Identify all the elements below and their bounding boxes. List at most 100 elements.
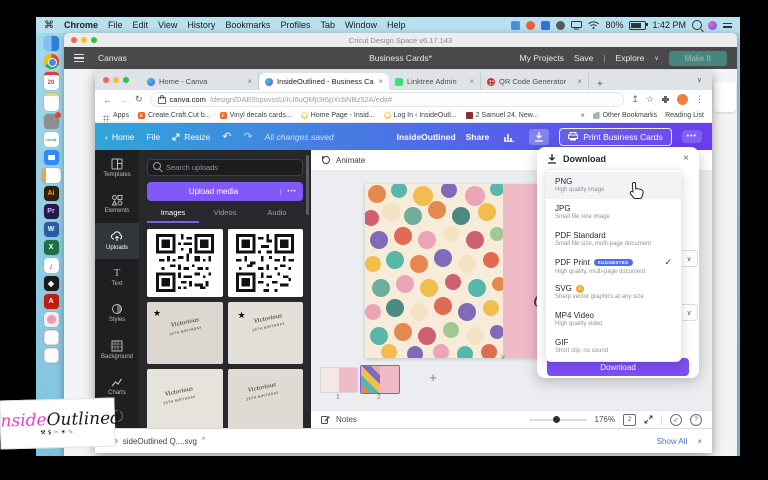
tab-qr-generator[interactable]: QR Code Generator ×	[481, 73, 589, 90]
menubar-clock[interactable]: 1:42 PM	[652, 20, 686, 30]
download-item-chevron-icon[interactable]: ^	[202, 437, 205, 444]
menu-edit[interactable]: Edit	[133, 20, 149, 30]
upload-thumbnail-qr[interactable]	[228, 229, 304, 297]
zoom-window-button[interactable]	[123, 77, 129, 83]
close-tab-icon[interactable]: ×	[247, 77, 252, 86]
notes-button[interactable]: Notes	[336, 415, 357, 424]
upload-thumbnail-cake-topper[interactable]: ★ Victorious 29TH BIRTHDAY	[147, 302, 223, 364]
dock-files-icon[interactable]	[42, 168, 61, 183]
tab-insideoutlined-active[interactable]: InsideOutlined - Business Ca ×	[259, 73, 389, 90]
menu-tab[interactable]: Tab	[320, 20, 335, 30]
option-png[interactable]: PNG High quality image	[546, 172, 681, 199]
status-cloud-icon[interactable]	[541, 21, 550, 30]
sidebar-item-background[interactable]: Background	[95, 331, 139, 367]
profile-avatar[interactable]	[677, 94, 688, 105]
spotlight-icon[interactable]	[692, 20, 702, 30]
bookmark-star-icon[interactable]: ☆	[646, 94, 654, 105]
toolbar-more-icon[interactable]: •••	[682, 130, 702, 143]
dock-excel-icon[interactable]: X	[44, 240, 59, 255]
omnibox[interactable]: canva.com/design/DAE0spovssU/nJ6uQMjt3t6…	[150, 92, 625, 107]
cricut-my-projects[interactable]: My Projects	[520, 53, 564, 63]
close-window-button[interactable]	[103, 77, 109, 83]
canva-home-button[interactable]: ‹Home	[105, 132, 135, 142]
minimize-window-button[interactable]	[113, 77, 119, 83]
tab-home-canva[interactable]: Home - Canva ×	[141, 73, 259, 90]
extensions-puzzle-icon[interactable]	[661, 95, 670, 104]
search-uploads-input[interactable]	[147, 159, 303, 176]
upload-thumbnail-cake-topper[interactable]: Victorious 29TH BIRTHDAY	[147, 369, 223, 428]
insights-chart-icon[interactable]	[499, 129, 519, 145]
close-downloads-bar-icon[interactable]: ×	[697, 437, 702, 446]
pages-icon[interactable]: 2	[623, 414, 636, 426]
print-business-cards-button[interactable]: Print Business Cards	[559, 128, 671, 146]
dock-music-icon[interactable]: ♪	[44, 258, 59, 273]
status-app-icon[interactable]	[511, 21, 520, 30]
panel-scrollbar[interactable]	[306, 155, 309, 215]
back-icon[interactable]: ←	[103, 95, 112, 105]
canva-resize-button[interactable]: Resize	[172, 132, 210, 142]
menu-bookmarks[interactable]: Bookmarks	[225, 20, 270, 30]
dock-illustrator-icon[interactable]: Ai	[44, 186, 59, 201]
page-thumbnail-2-selected[interactable]	[360, 365, 400, 394]
upload-thumbnail-cake-topper[interactable]: ★ Victorious 29TH BIRTHDAY	[228, 302, 304, 364]
dock-premiere-icon[interactable]: Pr	[44, 204, 59, 219]
download-toolbar-icon[interactable]	[529, 129, 549, 145]
close-tab-icon[interactable]: ×	[469, 77, 474, 86]
upload-thumbnail-cake-topper[interactable]: Victorious 29TH BIRTHDAY	[228, 369, 304, 428]
option-svg[interactable]: SVG ♕ Sharp vector graphics at any size	[546, 279, 681, 306]
redo-icon[interactable]: ↷	[243, 130, 252, 143]
uploads-tab-audio[interactable]: Audio	[251, 208, 303, 223]
share-icon[interactable]: ↥	[631, 94, 639, 105]
option-pdf-standard[interactable]: PDF Standard Small file size, multi-page…	[546, 225, 681, 252]
wifi-icon[interactable]	[588, 21, 599, 29]
forward-icon[interactable]: →	[119, 95, 128, 105]
animate-button[interactable]: Animate	[336, 156, 365, 165]
dock-acrobat-icon[interactable]: A	[44, 294, 59, 309]
bookmark-vinyl-decals[interactable]: EVinyl decals cards...	[220, 112, 292, 119]
control-center-icon[interactable]	[723, 23, 732, 28]
option-jpg[interactable]: JPG Small file size image	[546, 199, 681, 226]
canvas-scroll-chevron-icon[interactable]: ∨	[500, 352, 506, 361]
dock-cricut-icon[interactable]: cricut	[44, 132, 59, 147]
new-tab-button[interactable]: +	[589, 79, 611, 90]
bookmark-etsy-shop[interactable]: ECreate.Craft.Cut b...	[138, 112, 211, 119]
bookmark-apps[interactable]: Apps	[103, 109, 129, 122]
brand-name[interactable]: InsideOutlined	[397, 132, 456, 142]
hamburger-menu-icon[interactable]	[74, 54, 84, 63]
canva-file-menu[interactable]: File	[147, 132, 161, 142]
zoom-slider[interactable]	[529, 419, 587, 421]
dock-word-icon[interactable]: W	[44, 222, 59, 237]
uploads-tab-images[interactable]: Images	[147, 208, 199, 223]
filetype-select-chevron-icon[interactable]: ∨	[680, 250, 698, 267]
page-thumbnail-1[interactable]	[320, 367, 358, 393]
dock-notes-icon[interactable]	[44, 93, 59, 111]
dock-zoom-icon[interactable]	[44, 150, 59, 165]
apple-menu-icon[interactable]: ⌘	[44, 20, 54, 31]
help-icon[interactable]: ?	[690, 414, 702, 426]
menu-history[interactable]: History	[187, 20, 215, 30]
download-item[interactable]: ❀✿ sideOutlined Q....svg ^	[105, 437, 205, 446]
close-tab-icon[interactable]: ×	[378, 77, 383, 86]
menu-file[interactable]: File	[108, 20, 123, 30]
undo-icon[interactable]: ↶	[222, 130, 231, 143]
menu-help[interactable]: Help	[387, 20, 406, 30]
upload-thumbnail-qr[interactable]	[147, 229, 223, 297]
menu-profiles[interactable]: Profiles	[280, 20, 310, 30]
sidebar-item-elements[interactable]: Elements	[95, 186, 139, 222]
reading-list[interactable]: Reading List	[665, 112, 704, 119]
menu-chrome[interactable]: Chrome	[64, 20, 98, 30]
menu-window[interactable]: Window	[345, 20, 377, 30]
lock-icon[interactable]	[158, 97, 166, 104]
cricut-canvas-label[interactable]: Canvas	[98, 53, 127, 63]
dock-inkscape-icon[interactable]: ◆	[44, 276, 59, 291]
zoom-level[interactable]: 176%	[595, 415, 615, 424]
reload-icon[interactable]: ↻	[135, 94, 143, 105]
tab-search-chevron-icon[interactable]: ∨	[697, 76, 702, 84]
tab-linktree[interactable]: Linktree Admin ×	[389, 73, 481, 90]
dock-chrome-icon[interactable]	[44, 54, 59, 69]
upload-more-icon[interactable]: •••	[280, 189, 303, 195]
close-panel-icon[interactable]: ×	[683, 153, 689, 164]
sidebar-item-styles[interactable]: Styles	[95, 295, 139, 331]
bookmark-home-page[interactable]: Home Page - Insid...	[301, 112, 375, 119]
option-mp4[interactable]: MP4 Video High quality video	[546, 306, 681, 333]
